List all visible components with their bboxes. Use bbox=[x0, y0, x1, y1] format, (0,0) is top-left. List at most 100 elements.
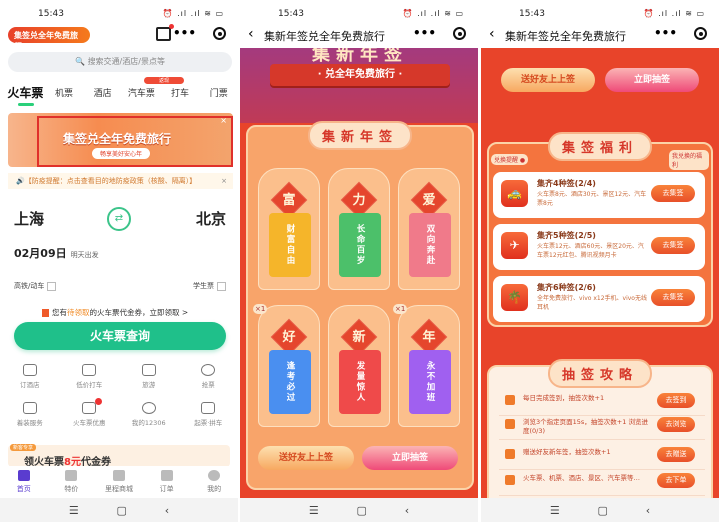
date-picker[interactable]: 02月09日 明天出发 bbox=[14, 245, 99, 261]
ticket-icon bbox=[82, 402, 97, 414]
back-button-icon[interactable]: ‹ bbox=[165, 504, 169, 517]
menu-icon[interactable]: ☰ bbox=[309, 504, 319, 517]
service-travel[interactable]: 旅游 bbox=[120, 364, 178, 389]
tab-tickets[interactable]: 门票 bbox=[199, 86, 238, 99]
service-extra[interactable]: 着装服务 bbox=[1, 402, 59, 427]
service-taxi[interactable]: 低价打车 bbox=[60, 364, 118, 389]
back-button-icon[interactable]: ‹ bbox=[405, 504, 409, 517]
coupon-link[interactable]: 您有待领取的火车票代金券，立即领取 > bbox=[42, 307, 188, 318]
collect-button[interactable]: 去集签 bbox=[651, 237, 695, 254]
tab-bus[interactable]: 汽车票 返现 bbox=[122, 76, 185, 99]
tab-train[interactable]: 火车票 bbox=[6, 84, 45, 106]
nav-label: 首页 bbox=[16, 485, 31, 493]
campaign-banner[interactable]: 集签兑全年免费旅行 畅享美好安心年 × bbox=[8, 113, 233, 167]
close-miniprogram-icon[interactable] bbox=[694, 27, 707, 40]
send-friend-button[interactable]: 送好友上上签 bbox=[501, 68, 595, 92]
toggle-label: 兑换提醒 bbox=[494, 157, 519, 164]
benefit-icon: 🚕 bbox=[501, 180, 528, 207]
back-button-icon[interactable]: ‹ bbox=[646, 504, 650, 517]
search-train-button[interactable]: 火车票查询 bbox=[14, 322, 226, 350]
task-icon bbox=[505, 475, 515, 485]
nav-label: 订单 bbox=[159, 485, 174, 493]
back-icon[interactable]: ‹ bbox=[489, 26, 495, 42]
menu-icon[interactable]: ☰ bbox=[69, 504, 79, 517]
collect-button[interactable]: 去集签 bbox=[651, 289, 695, 306]
nav-label: 我的 bbox=[207, 485, 222, 493]
tab-hotel[interactable]: 酒店 bbox=[83, 86, 122, 99]
hero-banner: 集新年签 · 兑全年免费旅行 · bbox=[240, 44, 478, 123]
task-button[interactable]: 去下单 bbox=[657, 473, 695, 488]
service-carpool[interactable]: 起票·拼车 bbox=[179, 402, 237, 427]
back-icon[interactable]: ‹ bbox=[248, 26, 254, 42]
close-miniprogram-icon[interactable] bbox=[453, 27, 466, 40]
sign-card[interactable]: 爱双向奔赴 bbox=[398, 168, 460, 290]
tab-flight[interactable]: 机票 bbox=[45, 86, 84, 99]
sign-card[interactable]: ×1 好逢考必过 bbox=[253, 304, 320, 427]
more-icon[interactable]: ••• bbox=[173, 26, 196, 40]
campaign-logo[interactable]: 集签兑全年免费旅行 bbox=[8, 27, 90, 51]
send-friend-button[interactable]: 送好友上上签 bbox=[258, 446, 354, 470]
nav-me[interactable]: 我的 bbox=[192, 466, 236, 498]
search-input[interactable]: 🔍 搜索交通/酒店/景点等 bbox=[8, 52, 232, 72]
section-title: 集签福利 bbox=[547, 132, 653, 161]
card-text: 双向奔赴 bbox=[409, 213, 451, 277]
service-discount[interactable]: 火车票优惠 bbox=[60, 398, 118, 427]
collect-button[interactable]: 去集签 bbox=[651, 185, 695, 202]
service-label: 起票·拼车 bbox=[194, 419, 223, 427]
deals-icon bbox=[65, 470, 78, 481]
service-grab[interactable]: 抢票 bbox=[179, 364, 237, 389]
coupon-suffix: 的火车票代金券，立即领取 > bbox=[89, 308, 189, 317]
reminder-toggle[interactable]: 兑换提醒 ● bbox=[491, 154, 529, 165]
close-icon[interactable]: × bbox=[220, 116, 227, 125]
nav-label: 里程商城 bbox=[104, 485, 133, 493]
nav-deals[interactable]: 特价 bbox=[49, 466, 93, 498]
banner-subtitle: 畅享美好安心年 bbox=[92, 148, 151, 159]
task-button[interactable]: 去赠送 bbox=[657, 447, 695, 462]
epidemic-notice[interactable]: 🔊【防疫提醒：点击查看目的地防疫政策（核酸、隔离）】 × bbox=[8, 173, 233, 189]
draw-button[interactable]: 立即抽签 bbox=[605, 68, 699, 92]
close-icon[interactable]: × bbox=[221, 173, 227, 189]
nav-home[interactable]: 首页 bbox=[2, 466, 46, 498]
task-text: 赠送好友新年签，抽签次数+1 bbox=[523, 448, 611, 456]
from-city[interactable]: 上海 bbox=[14, 208, 44, 229]
tab-taxi[interactable]: 打车 bbox=[161, 86, 200, 99]
home-button-icon[interactable]: ▢ bbox=[598, 504, 608, 517]
voucher-promo[interactable]: 新客专享 领火车票8元代金券 bbox=[8, 444, 230, 468]
sign-card[interactable]: 力长命百岁 bbox=[328, 168, 390, 290]
service-12306[interactable]: 我的12306 bbox=[120, 402, 178, 427]
train-icon bbox=[141, 402, 156, 414]
system-nav: ☰ ▢ ‹ bbox=[0, 498, 238, 522]
home-button-icon[interactable]: ▢ bbox=[117, 504, 127, 517]
nav-mall[interactable]: 里程商城 bbox=[97, 466, 141, 498]
card-count: ×1 bbox=[393, 304, 408, 314]
task-button[interactable]: 去浏览 bbox=[657, 417, 695, 432]
services-row-2: 着装服务 火车票优惠 我的12306 起票·拼车 bbox=[0, 398, 238, 427]
sign-card[interactable]: 富财富自由 bbox=[258, 168, 320, 290]
promo-tag: 新客专享 bbox=[10, 444, 37, 451]
page-title: 集新年签兑全年免费旅行 bbox=[505, 30, 626, 43]
service-hotel[interactable]: 订酒店 bbox=[1, 364, 59, 389]
home-button-icon[interactable]: ▢ bbox=[357, 504, 367, 517]
nav-orders[interactable]: 订单 bbox=[145, 466, 189, 498]
high-speed-checkbox[interactable]: 高铁/动车 bbox=[14, 281, 57, 291]
task-button[interactable]: 去签到 bbox=[657, 393, 695, 408]
my-benefits-link[interactable]: 我兑换的福利 bbox=[669, 150, 709, 170]
menu-icon[interactable]: ☰ bbox=[550, 504, 560, 517]
task-item: 火车票、机票、酒店、景区、汽车票等… 去下单 bbox=[499, 468, 705, 496]
more-icon[interactable]: ••• bbox=[413, 26, 436, 40]
more-icon[interactable]: ••• bbox=[654, 26, 677, 40]
benefit-item: 🌴 集齐6种签(2/6) 全年免费旅行、vivo x12手机、vivo无线耳机 去集签 bbox=[493, 276, 705, 322]
calendar-icon[interactable] bbox=[156, 24, 174, 41]
student-checkbox[interactable]: 学生票 bbox=[193, 281, 226, 291]
to-city[interactable]: 北京 bbox=[196, 208, 226, 229]
swap-icon[interactable]: ⇄ bbox=[107, 207, 131, 231]
sign-card[interactable]: 新发量惊人 bbox=[328, 305, 390, 427]
sign-card[interactable]: ×1 年永不加班 bbox=[393, 304, 460, 427]
coupon-prefix: 您有 bbox=[52, 308, 67, 317]
benefit-item: ✈ 集齐5种签(2/5) 火车票12元、酒店60元、景区20元、汽车票12元红包、腾… bbox=[493, 224, 705, 270]
task-item: 赠送好友新年签，抽签次数+1 去赠送 bbox=[499, 442, 705, 470]
close-miniprogram-icon[interactable] bbox=[213, 27, 226, 40]
card-text: 财富自由 bbox=[269, 213, 311, 277]
draw-button[interactable]: 立即抽签 bbox=[362, 446, 458, 470]
status-time: 15:43 bbox=[519, 9, 545, 19]
